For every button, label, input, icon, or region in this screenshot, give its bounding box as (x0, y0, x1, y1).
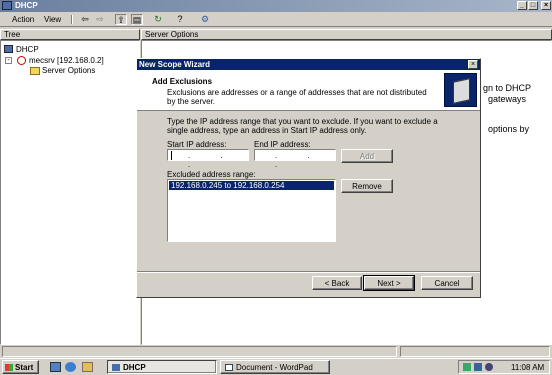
toolbar-separator (71, 15, 73, 24)
dhcp-icon (4, 45, 13, 53)
app-title: DHCP (15, 1, 38, 10)
new-scope-wizard: New Scope Wizard × Add Exclusions Exclus… (136, 58, 481, 298)
wizard-footer-divider (137, 271, 480, 273)
help-icon[interactable]: ? (174, 14, 186, 25)
clock: 11:08 AM (511, 363, 545, 372)
task-wordpad[interactable]: Document - WordPad (220, 360, 330, 374)
tree-tab[interactable]: Tree (0, 29, 140, 40)
wizard-body: Type the IP address range that you want … (137, 111, 480, 271)
minimize-button[interactable]: _ (517, 1, 527, 10)
task-dhcp-label: DHCP (123, 362, 146, 372)
tree-root-label[interactable]: DHCP (16, 45, 39, 54)
task-dhcp[interactable]: DHCP (107, 360, 217, 374)
app-titlebar: DHCP _ □ × (0, 0, 552, 12)
start-ip-dots: . . . (188, 151, 237, 169)
start-ip-field[interactable]: . . . (167, 149, 249, 169)
end-ip-dots: . . . (275, 151, 324, 169)
wizard-titlebar: New Scope Wizard (137, 59, 480, 70)
excluded-range-item[interactable]: 192.168.0.245 to 192.168.0.254 (169, 181, 334, 190)
maximize-button[interactable]: □ (528, 1, 538, 10)
wizard-title: New Scope Wizard (139, 60, 211, 69)
menu-view[interactable]: View (44, 15, 61, 24)
up-folder-icon[interactable]: ⇧ (115, 14, 127, 25)
wizard-header: Add Exclusions Exclusions are addresses … (137, 70, 480, 111)
system-tray: 11:08 AM (458, 360, 550, 374)
explorer-icon[interactable] (82, 362, 93, 372)
browser-icon[interactable] (65, 362, 76, 372)
end-ip-label: End IP address: (254, 140, 311, 149)
status-pane-2 (400, 346, 550, 357)
wizard-graphic-icon (444, 73, 477, 107)
close-button[interactable]: × (541, 1, 551, 10)
windows-logo-icon (5, 363, 13, 371)
text-cursor (171, 151, 172, 160)
status-bar (0, 345, 552, 358)
start-label: Start (15, 362, 34, 372)
tree-server-label[interactable]: mecsrv [192.168.0.2] (29, 56, 104, 65)
config-icon[interactable]: ⚙ (199, 14, 211, 25)
tree-child-label[interactable]: Server Options (42, 66, 95, 75)
tray-icon-3[interactable] (485, 363, 493, 371)
tray-icon-1[interactable] (463, 363, 471, 371)
collapse-icon[interactable]: - (5, 57, 12, 64)
wizard-subheading: Exclusions are addresses or a range of a… (167, 88, 427, 106)
status-pane-1 (2, 346, 397, 357)
back-button[interactable]: < Back (312, 276, 362, 290)
wizard-close-button[interactable]: × (468, 60, 478, 69)
cancel-button[interactable]: Cancel (421, 276, 473, 290)
right-pane-header: Server Options (141, 29, 552, 40)
wizard-heading: Add Exclusions (152, 77, 213, 86)
refresh-icon[interactable]: ↻ (152, 14, 164, 25)
right-text-3: options by (488, 124, 530, 134)
tray-icon-2[interactable] (474, 363, 482, 371)
right-text-1: gn to DHCP (483, 83, 532, 93)
show-tree-icon[interactable]: ▤ (131, 14, 143, 25)
remove-button[interactable]: Remove (341, 179, 393, 193)
wordpad-icon (225, 363, 233, 371)
right-text-2: gateways (488, 94, 527, 104)
dhcp-task-icon (112, 363, 120, 371)
menu-action[interactable]: Action (12, 15, 34, 24)
add-button[interactable]: Add (341, 149, 393, 163)
start-ip-label: Start IP address: (167, 140, 227, 149)
dhcp-app-icon (2, 1, 12, 10)
forward-icon[interactable]: ⇨ (94, 14, 106, 25)
start-button[interactable]: Start (2, 360, 39, 374)
server-icon (17, 56, 26, 65)
show-desktop-icon[interactable] (50, 362, 61, 372)
instructions-text: Type the IP address range that you want … (167, 117, 438, 135)
back-icon[interactable]: ⇦ (79, 14, 91, 25)
excluded-range-label: Excluded address range: (167, 170, 256, 179)
next-button[interactable]: Next > (363, 275, 415, 291)
end-ip-field[interactable]: . . . (254, 149, 336, 169)
taskbar: Start DHCP Document - WordPad 11:08 AM (0, 358, 552, 375)
excluded-range-list[interactable]: 192.168.0.245 to 192.168.0.254 (167, 179, 336, 242)
task-wordpad-label: Document - WordPad (236, 362, 313, 372)
folder-icon (30, 67, 40, 75)
tree-panel: DHCP - mecsrv [192.168.0.2] Server Optio… (0, 40, 140, 345)
